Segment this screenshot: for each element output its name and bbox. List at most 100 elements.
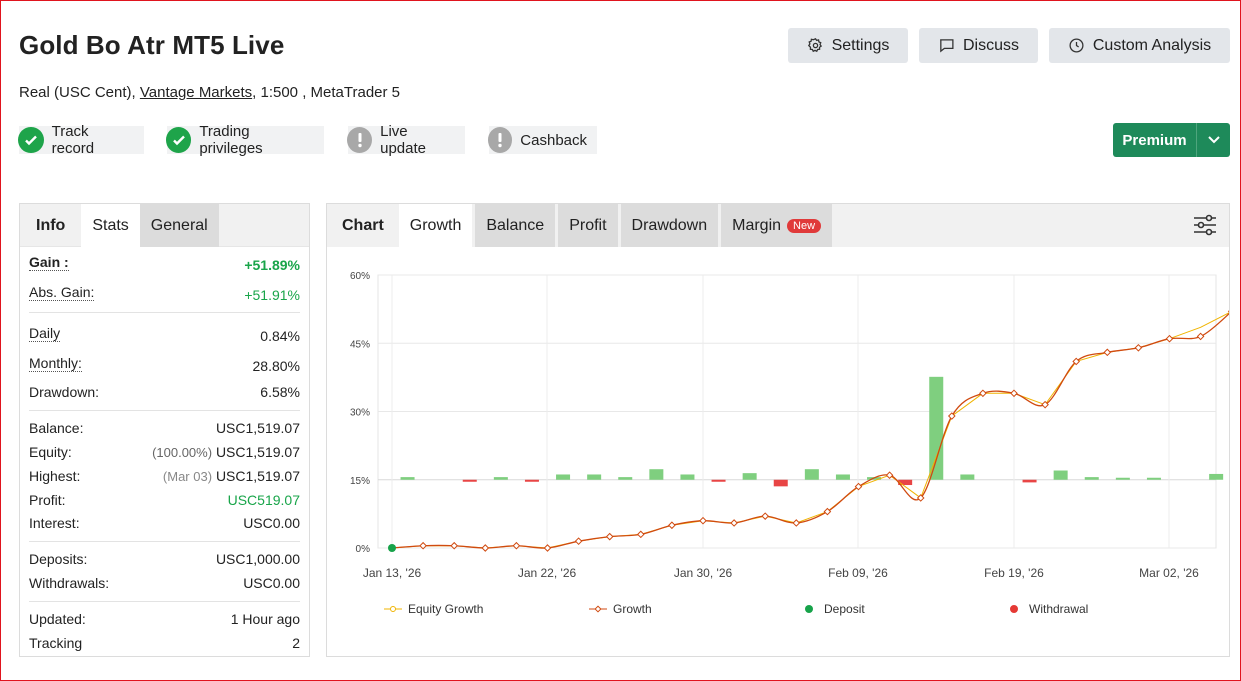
stat-label[interactable]: Abs. Gain: [29, 284, 95, 301]
stat-label[interactable]: Gain : [29, 254, 69, 271]
stat-daily: Daily 0.84% [29, 325, 300, 345]
x-tick-label: Feb 09, '26 [828, 566, 888, 580]
profit-bar [493, 477, 508, 480]
equity-percent: (100.00%) [152, 445, 213, 460]
profit-bar [1084, 477, 1099, 480]
tab-balance[interactable]: Balance [475, 204, 556, 247]
stat-abs-gain: Abs. Gain: +51.91% [29, 284, 300, 304]
badge-trading-privileges: Trading privileges [166, 123, 324, 157]
stat-withdrawals: Withdrawals: USC0.00 [29, 575, 300, 595]
badge-track-record: Track record [18, 123, 144, 157]
discuss-button[interactable]: Discuss [919, 28, 1038, 63]
badge-label: Track record [51, 123, 95, 157]
stat-drawdown: Drawdown: 6.58% [29, 384, 300, 404]
exclamation-icon [347, 127, 373, 153]
tab-general[interactable]: General [139, 204, 219, 247]
divider [29, 312, 300, 313]
stat-value: 0.84% [260, 328, 300, 344]
stat-value: +51.91% [244, 287, 300, 303]
discuss-label: Discuss [962, 36, 1019, 54]
x-tick-label: Mar 02, '26 [1139, 566, 1199, 580]
badge-label: Trading privileges [199, 123, 263, 157]
check-icon [18, 127, 44, 153]
profit-bar [835, 474, 850, 480]
growth-chart: 0% 15% 30% 45% 60% Jan 13, '26 Jan 22, '26 Jan … [350, 271, 1229, 616]
x-tick-label: Jan 30, '26 [674, 566, 733, 580]
loss-bar [1022, 479, 1037, 483]
stat-label: Balance: [29, 420, 84, 436]
highest-date: (Mar 03) [162, 469, 213, 484]
new-badge: New [787, 218, 822, 233]
y-tick-label: 15% [350, 476, 370, 487]
profit-bar [1209, 473, 1224, 480]
custom-analysis-label: Custom Analysis [1092, 36, 1212, 54]
stat-value: 1 Hour ago [230, 611, 300, 627]
stat-value: USC519.07 [227, 492, 300, 508]
exclamation-icon [488, 127, 513, 153]
y-tick-label: 60% [350, 271, 370, 282]
tab-stats[interactable]: Stats [81, 204, 140, 247]
premium-button[interactable]: Premium [1113, 123, 1230, 157]
legend-marker [594, 605, 602, 613]
stat-monthly: Monthly: 28.80% [29, 355, 300, 375]
stat-value: USC1,000.00 [215, 551, 300, 567]
profit-bar [742, 473, 757, 480]
tab-chart: Chart [342, 216, 384, 234]
custom-analysis-button[interactable]: Custom Analysis [1049, 28, 1230, 63]
profit-bar [680, 474, 695, 480]
stat-label: Withdrawals: [29, 575, 110, 591]
stat-value: 2 [292, 635, 300, 651]
stat-value: 6.58% [260, 384, 300, 400]
tab-info[interactable]: Info [20, 204, 81, 247]
settings-button[interactable]: Settings [788, 28, 908, 63]
legend-marker [1010, 605, 1018, 613]
tab-profit[interactable]: Profit [558, 204, 618, 247]
profit-bar [929, 376, 944, 480]
stat-label: Updated: [29, 611, 86, 627]
profit-bar [400, 477, 415, 480]
legend-label: Equity Growth [408, 602, 483, 616]
stat-label: Equity: [29, 444, 72, 460]
divider [29, 410, 300, 411]
stat-value: 28.80% [252, 358, 300, 374]
equity-amount: USC1,519.07 [215, 444, 300, 460]
profit-bar [804, 469, 819, 480]
stat-balance: Balance: USC1,519.07 [29, 420, 300, 440]
broker-link[interactable]: Vantage Markets [140, 84, 252, 101]
chart-panel: Chart Growth Balance Profit Drawdown Mar… [326, 203, 1230, 657]
stat-value: (100.00%) USC1,519.07 [152, 444, 300, 460]
x-tick-label: Jan 22, '26 [518, 566, 577, 580]
legend-label: Deposit [824, 602, 865, 616]
chevron-down-icon[interactable] [1197, 136, 1230, 144]
stat-highest: Highest: (Mar 03) USC1,519.07 [29, 468, 300, 488]
stat-label[interactable]: Daily [29, 325, 61, 342]
stat-gain: Gain : +51.89% [29, 254, 300, 274]
deposit-point [388, 544, 396, 552]
stat-label: Interest: [29, 515, 80, 531]
y-tick-label: 45% [350, 339, 370, 350]
stat-value: USC0.00 [243, 575, 300, 591]
tab-growth[interactable]: Growth [398, 204, 473, 247]
tab-drawdown[interactable]: Drawdown [620, 204, 719, 247]
profit-bar [649, 469, 664, 480]
check-icon [166, 127, 192, 153]
badge-cashback: Cashback [488, 126, 597, 154]
gear-icon [807, 37, 822, 53]
loss-bar [524, 479, 539, 482]
profit-bar [587, 474, 602, 480]
premium-label: Premium [1122, 131, 1187, 149]
stat-deposits: Deposits: USC1,000.00 [29, 551, 300, 571]
legend-label: Withdrawal [1029, 602, 1088, 616]
y-tick-label: 0% [356, 544, 371, 555]
stat-label[interactable]: Monthly: [29, 355, 82, 372]
profit-bar [1115, 477, 1130, 480]
account-type: Real (USC Cent), [19, 84, 140, 101]
tab-margin[interactable]: Margin New [721, 204, 833, 247]
legend-label: Growth [613, 602, 652, 616]
divider [29, 541, 300, 542]
tab-margin-label: Margin [732, 216, 782, 234]
sliders-icon[interactable] [1193, 213, 1217, 237]
profit-bar [1146, 477, 1161, 480]
stat-equity: Equity: (100.00%) USC1,519.07 [29, 444, 300, 464]
divider [29, 601, 300, 602]
